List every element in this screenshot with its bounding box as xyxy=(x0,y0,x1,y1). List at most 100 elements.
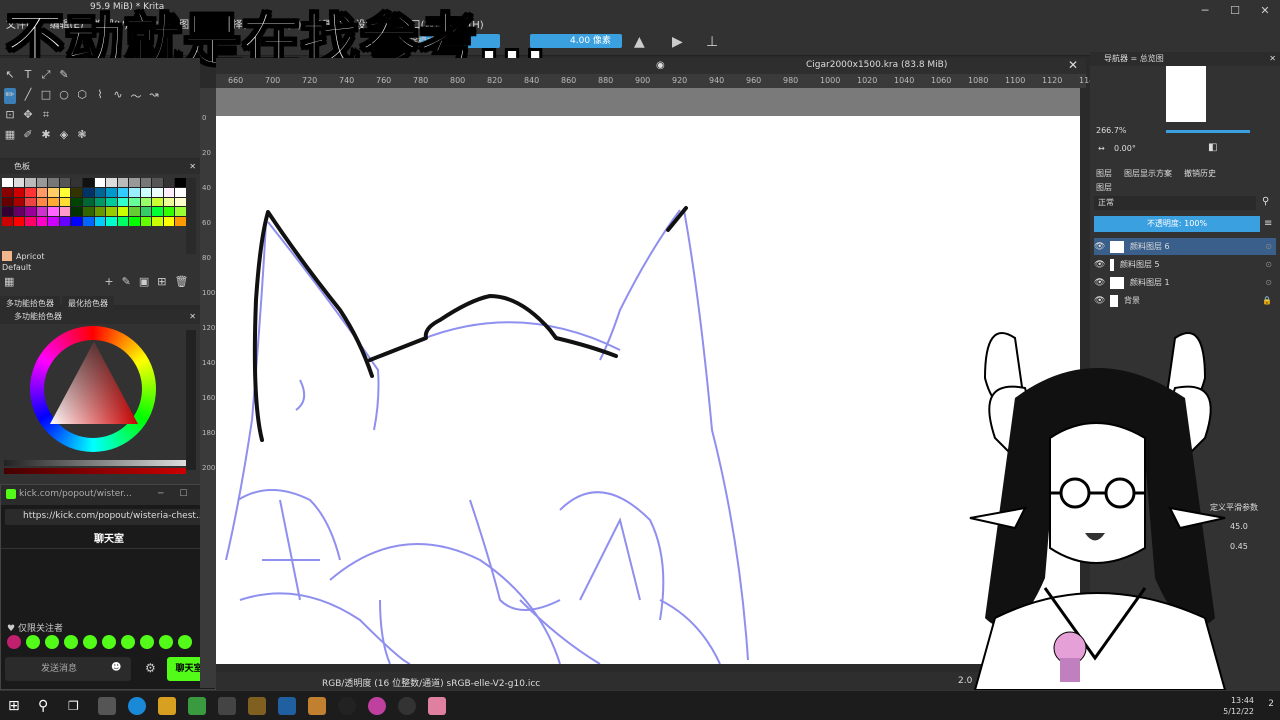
polyline-tool-icon[interactable]: ⌇ xyxy=(94,88,106,104)
palette-grid-icon[interactable]: ▦ xyxy=(4,275,14,288)
emote-icon[interactable] xyxy=(159,635,173,649)
visibility-icon[interactable]: 👁 xyxy=(1094,242,1105,252)
palette-name[interactable]: Default xyxy=(2,263,31,272)
visibility-icon[interactable]: 👁 xyxy=(1094,260,1105,270)
navigator-thumbnail[interactable] xyxy=(1166,66,1206,122)
color-swatches[interactable] xyxy=(2,178,186,226)
edit-shape-icon[interactable]: ⤢ xyxy=(40,68,52,82)
color-picker-icon[interactable]: ✐ xyxy=(22,128,34,141)
emoji-icon[interactable]: ☻ xyxy=(111,662,121,673)
gradient-tool-icon[interactable]: ▦ xyxy=(4,128,16,141)
browser-tab-title[interactable]: kick.com/popout/wister... xyxy=(19,489,132,499)
mirror-horizontal-icon[interactable]: ▲ xyxy=(634,34,645,50)
panel-close-icon[interactable]: ✕ xyxy=(1269,52,1276,66)
windows-start-icon[interactable]: ⊞ xyxy=(8,697,26,715)
app-icon[interactable] xyxy=(188,697,206,715)
emote-icon[interactable] xyxy=(102,635,116,649)
emote-icon[interactable] xyxy=(64,635,78,649)
crop-tool-icon[interactable]: ⌗ xyxy=(40,108,52,122)
zoom-slider[interactable] xyxy=(1166,130,1250,133)
close-icon[interactable]: ✕ xyxy=(1250,0,1280,20)
value-bar[interactable] xyxy=(4,460,186,466)
terminal-icon[interactable] xyxy=(218,697,236,715)
krita-icon[interactable] xyxy=(368,697,386,715)
address-bar[interactable]: https://kick.com/popout/wisteria-chest..… xyxy=(5,509,213,525)
tab-layers[interactable]: 图层 xyxy=(1096,168,1112,179)
emote-icon[interactable] xyxy=(121,635,135,649)
tab-undo-history[interactable]: 撤销历史 xyxy=(1184,168,1216,179)
bezier-tool-icon[interactable]: ∿ xyxy=(112,88,124,104)
move-tool-icon[interactable]: ✥ xyxy=(22,108,34,122)
fill-tool-icon[interactable]: ◈ xyxy=(58,128,70,141)
add-swatch-icon[interactable]: + xyxy=(104,275,113,288)
layer-lock-icon[interactable]: ⊙ xyxy=(1265,278,1276,287)
smart-patch-icon[interactable]: ✱ xyxy=(40,128,52,141)
emote-icon[interactable] xyxy=(26,635,40,649)
palette-layout-icon[interactable]: ⊞ xyxy=(157,275,166,288)
transform-tool-icon[interactable]: ⊡ xyxy=(4,108,16,122)
emote-icon[interactable] xyxy=(45,635,59,649)
app-icon[interactable] xyxy=(98,697,116,715)
document-tab-title[interactable]: Cigar2000x1500.kra (83.8 MiB) xyxy=(806,60,947,70)
minimize-icon[interactable]: ─ xyxy=(158,489,163,499)
layer-row[interactable]: 👁 背景 🔒 xyxy=(1094,292,1276,309)
edge-icon[interactable] xyxy=(128,697,146,715)
dynamic-brush-icon[interactable]: ↝ xyxy=(148,88,160,104)
document-close-icon[interactable]: ✕ xyxy=(1068,58,1078,72)
task-view-icon[interactable]: ❐ xyxy=(68,697,86,715)
freehand-path-icon[interactable]: 〜 xyxy=(130,88,142,104)
assistant-tool-icon[interactable]: ❃ xyxy=(76,128,88,141)
visibility-icon[interactable]: 👁 xyxy=(1094,296,1105,306)
layer-lock-icon[interactable]: ⊙ xyxy=(1265,260,1276,269)
app-icon[interactable] xyxy=(248,697,266,715)
emote-icon[interactable] xyxy=(178,635,192,649)
delete-swatch-icon[interactable]: 🗑 xyxy=(174,275,188,288)
layer-row[interactable]: 👁 颜料图层 6 ⊙ xyxy=(1094,238,1276,255)
panel-close-icon[interactable]: ✕ xyxy=(189,310,196,324)
calligraphy-icon[interactable]: ✎ xyxy=(58,68,70,82)
edit-swatch-icon[interactable]: ✎ xyxy=(122,275,131,288)
select-tool-icon[interactable]: ↖ xyxy=(4,68,16,82)
tab-advanced-selector[interactable]: 多功能拾色器 xyxy=(0,296,60,311)
layer-lock-icon[interactable]: 🔒 xyxy=(1262,296,1276,305)
maximize-icon[interactable]: ☐ xyxy=(1220,0,1250,20)
layer-row[interactable]: 👁 颜料图层 5 ⊙ xyxy=(1094,256,1276,273)
palette-scrollbar[interactable] xyxy=(186,178,196,254)
mirror-vertical-icon[interactable]: ▶ xyxy=(672,34,683,50)
zoom-level[interactable]: 266.7% xyxy=(1096,126,1127,135)
settings-gear-icon[interactable]: ⚙ xyxy=(145,661,156,675)
tab-minimal-selector[interactable]: 最化拾色器 xyxy=(62,296,114,311)
emote-icon[interactable] xyxy=(140,635,154,649)
layer-row[interactable]: 👁 颜料图层 1 ⊙ xyxy=(1094,274,1276,291)
app-icon[interactable] xyxy=(278,697,296,715)
sketch-drawing[interactable] xyxy=(216,88,1080,664)
mirror-view-icon[interactable]: ◧ xyxy=(1208,142,1217,153)
saturation-triangle[interactable] xyxy=(48,340,140,426)
selector-scrollbar[interactable] xyxy=(186,330,196,470)
qq-icon[interactable] xyxy=(338,697,356,715)
obs-icon[interactable] xyxy=(398,697,416,715)
color-wheel-icon[interactable]: ◉ xyxy=(656,60,665,71)
notification-icon[interactable]: 2 xyxy=(1268,699,1274,709)
wrap-around-icon[interactable]: ⊥ xyxy=(706,34,718,50)
freehand-brush-icon[interactable]: ✏ xyxy=(4,88,16,104)
visibility-icon[interactable]: 👁 xyxy=(1094,278,1105,288)
emote-icon[interactable] xyxy=(7,635,21,649)
app-icon[interactable] xyxy=(428,697,446,715)
ellipse-tool-icon[interactable]: ○ xyxy=(58,88,70,104)
shade-bar[interactable] xyxy=(4,468,186,474)
filter-icon[interactable]: ⚲ xyxy=(1262,196,1269,207)
line-tool-icon[interactable]: ╱ xyxy=(22,88,34,104)
save-palette-icon[interactable]: ▣ xyxy=(139,275,149,288)
search-icon[interactable]: ⚲ xyxy=(38,697,56,715)
text-tool-icon[interactable]: T xyxy=(22,68,34,82)
app-icon[interactable] xyxy=(308,697,326,715)
blend-mode-select[interactable]: 正常 xyxy=(1094,196,1256,210)
layer-lock-icon[interactable]: ⊙ xyxy=(1265,242,1276,251)
layer-opacity-slider[interactable]: 不透明度: 100% xyxy=(1094,216,1260,232)
tab-layer-docker[interactable]: 图层显示方案 xyxy=(1124,168,1172,179)
folder-icon[interactable] xyxy=(158,697,176,715)
rotation-value[interactable]: 0.00° xyxy=(1114,144,1136,153)
polygon-tool-icon[interactable]: ⬡ xyxy=(76,88,88,104)
minimize-icon[interactable]: ─ xyxy=(1190,0,1220,20)
